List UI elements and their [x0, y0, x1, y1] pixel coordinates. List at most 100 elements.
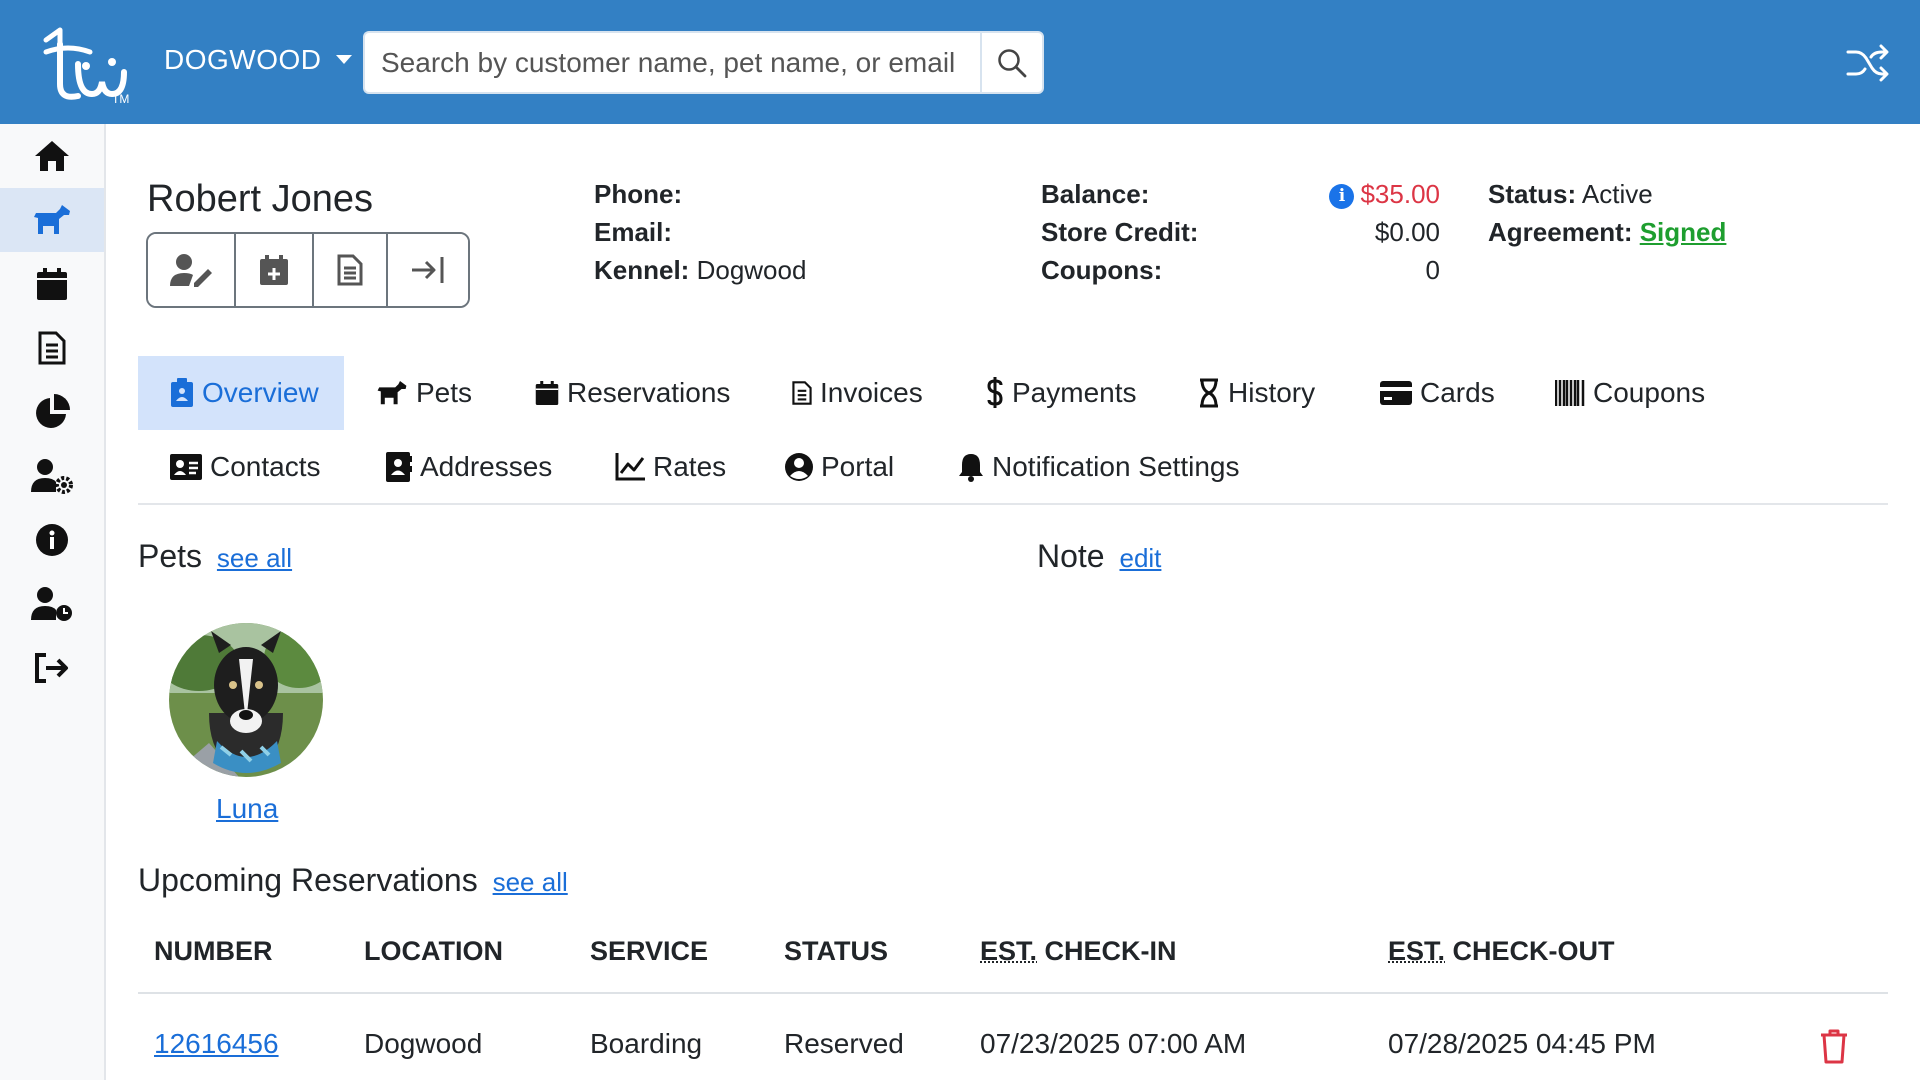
est-abbr: EST. [1388, 936, 1446, 966]
search-input[interactable] [363, 31, 980, 94]
contact-info: Phone: Email: Kennel: Dogwood [594, 175, 806, 289]
edit-customer-button[interactable] [148, 234, 236, 306]
balance-value: $35.00 [1360, 179, 1440, 209]
reservations-see-all-link[interactable]: see all [493, 867, 568, 897]
address-card-icon [170, 454, 202, 480]
user-edit-icon [170, 254, 212, 287]
logo[interactable]: TM [38, 22, 138, 104]
customer-name: Robert Jones [147, 178, 374, 220]
top-navbar: TM DOGWOOD [0, 0, 1920, 124]
sidebar-item-user-settings[interactable] [0, 444, 104, 508]
reservation-number-link[interactable]: 12616456 [154, 1028, 279, 1060]
tab-label: Cards [1420, 377, 1495, 408]
reservation-check-out: 07/28/2025 04:45 PM [1388, 1028, 1656, 1059]
reservation-check-in: 07/23/2025 07:00 AM [980, 1028, 1247, 1059]
tab-addresses[interactable]: Addresses [386, 430, 552, 504]
dollar-icon [987, 377, 1003, 408]
reservation-location: Dogwood [364, 1028, 483, 1059]
status-label: Status: [1488, 179, 1577, 209]
account-values: i $35.00 $0.00 0 [1280, 175, 1440, 289]
sidebar-item-invoices[interactable] [0, 316, 104, 380]
credit-card-icon [1380, 381, 1412, 405]
kennel-label: Kennel: [594, 255, 690, 285]
tab-history[interactable]: History [1198, 356, 1315, 430]
logout-icon [35, 653, 68, 683]
tab-notification-settings[interactable]: Notification Settings [958, 430, 1239, 504]
tab-label: Addresses [420, 451, 553, 482]
tab-rates[interactable]: Rates [615, 430, 726, 504]
note-title: Note [1037, 538, 1105, 574]
reservation-status: Reserved [784, 1028, 904, 1059]
dog-icon [377, 381, 407, 405]
column-header-est-check-out[interactable]: EST. CHECK-OUT [1388, 936, 1615, 967]
barcode-icon [1555, 380, 1585, 406]
column-header-service[interactable]: SERVICE [590, 936, 708, 967]
shuffle-icon[interactable] [1846, 42, 1890, 82]
add-reservation-button[interactable] [236, 234, 314, 306]
phone-label: Phone: [594, 179, 683, 209]
tab-label: Rates [653, 451, 727, 482]
reservation-service: Boarding [590, 1028, 703, 1059]
tab-contacts[interactable]: Contacts [170, 430, 321, 504]
delete-reservation-icon[interactable] [1819, 1028, 1849, 1064]
dog-photo [169, 623, 323, 777]
coupons-label: Coupons: [1041, 255, 1163, 285]
check-in-button[interactable] [388, 234, 468, 306]
pets-section-title: Pets see all [138, 538, 292, 575]
user-gear-icon [31, 459, 73, 494]
tab-reservations[interactable]: Reservations [535, 356, 730, 430]
column-header-status[interactable]: STATUS [784, 936, 888, 967]
sidebar-item-calendar[interactable] [0, 252, 104, 316]
pets-title: Pets [138, 538, 203, 574]
table-header-divider [138, 992, 1888, 994]
column-header-number[interactable]: NUMBER [154, 936, 273, 967]
reservations-section-title: Upcoming Reservations see all [138, 862, 568, 899]
tab-label: Pets [416, 377, 473, 408]
pet-name-link[interactable]: Luna [216, 793, 278, 825]
address-book-icon [386, 452, 412, 482]
tab-portal[interactable]: Portal [785, 430, 894, 504]
calendar-icon [535, 381, 559, 405]
caret-down-icon [335, 55, 352, 64]
info-icon [36, 524, 68, 556]
line-chart-icon [615, 453, 645, 481]
status-value: Active [1581, 179, 1653, 209]
note-edit-link[interactable]: edit [1119, 543, 1161, 573]
column-header-location[interactable]: LOCATION [364, 936, 503, 967]
sidebar-item-logout[interactable] [0, 636, 104, 700]
pet-avatar[interactable] [169, 623, 323, 777]
search-button[interactable] [980, 31, 1044, 94]
tab-label: Payments [1012, 377, 1137, 408]
est-abbr: EST. [980, 936, 1038, 966]
search-bar [363, 31, 1044, 94]
new-invoice-button[interactable] [314, 234, 388, 306]
home-icon [35, 141, 69, 171]
sidebar-item-info[interactable] [0, 508, 104, 572]
pets-see-all-link[interactable]: see all [217, 543, 292, 573]
store-credit-value: $0.00 [1374, 217, 1440, 247]
tab-pets[interactable]: Pets [376, 356, 472, 430]
kennel-dropdown[interactable]: DOGWOOD [164, 44, 352, 76]
tab-cards[interactable]: Cards [1380, 356, 1495, 430]
reservations-title: Upcoming Reservations [138, 862, 478, 898]
sidebar-item-user-clock[interactable] [0, 572, 104, 636]
column-header-est-check-in[interactable]: EST. CHECK-IN [980, 936, 1177, 967]
sidebar-item-customers[interactable] [0, 188, 104, 252]
tab-label: Invoices [820, 377, 923, 408]
tab-overview[interactable]: Overview [138, 356, 344, 430]
bell-icon [959, 454, 983, 482]
tab-invoices[interactable]: Invoices [792, 356, 923, 430]
sidebar-item-reports[interactable] [0, 380, 104, 444]
email-label: Email: [594, 217, 673, 247]
agreement-link[interactable]: Signed [1640, 217, 1727, 247]
agreement-label: Agreement: [1488, 217, 1633, 247]
calendar-icon [37, 268, 67, 300]
sidebar-item-home[interactable] [0, 124, 104, 188]
tab-label: Coupons [1593, 377, 1706, 408]
tab-payments[interactable]: Payments [986, 356, 1137, 430]
invoice-icon [38, 331, 66, 365]
tab-label: Notification Settings [992, 451, 1240, 482]
tab-coupons[interactable]: Coupons [1555, 356, 1705, 430]
store-credit-label: Store Credit: [1041, 217, 1199, 247]
balance-info-icon[interactable]: i [1329, 184, 1355, 209]
